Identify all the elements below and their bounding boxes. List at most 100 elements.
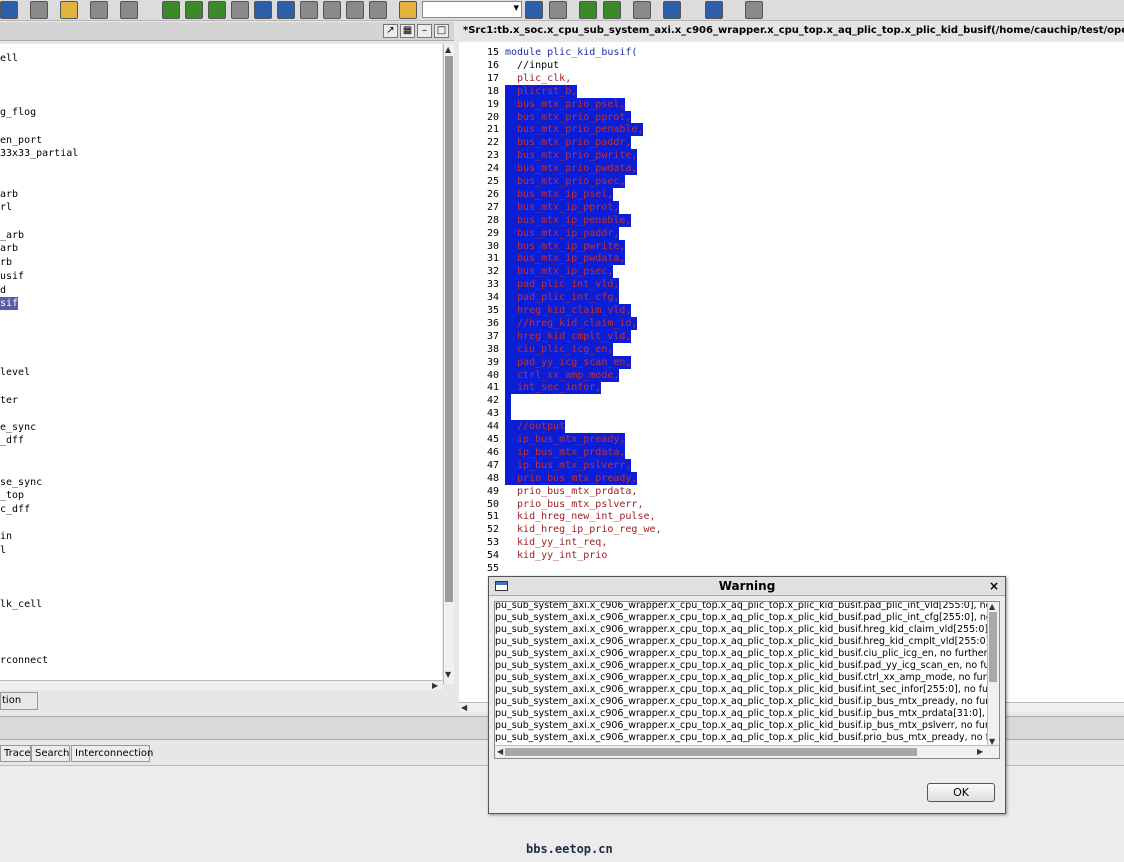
- code-line[interactable]: 41 int_sec_infor,: [459, 381, 1119, 395]
- code-line[interactable]: 23 bus_mtx_prio_pwrite,: [459, 149, 1119, 163]
- edit-icon[interactable]: [90, 1, 108, 19]
- tab-interconnection-partial[interactable]: tion: [0, 692, 38, 710]
- code-line[interactable]: 32 bus_mtx_ip_psec,: [459, 265, 1119, 279]
- down-icon[interactable]: [323, 1, 341, 19]
- folder-icon[interactable]: [60, 1, 78, 19]
- tree-item[interactable]: rl: [0, 201, 12, 214]
- tree-item[interactable]: arb: [0, 188, 18, 201]
- tree-horizontal-scrollbar[interactable]: ▶: [0, 680, 442, 690]
- wave-icon[interactable]: [745, 1, 763, 19]
- warning-message[interactable]: pu_sub_system_axi.x_c906_wrapper.x_cpu_t…: [495, 624, 991, 636]
- tab-trace[interactable]: Trace: [0, 745, 31, 762]
- code-line[interactable]: 31 bus_mtx_ip_pwdata,: [459, 252, 1119, 266]
- warning-message[interactable]: pu_sub_system_axi.x_c906_wrapper.x_cpu_t…: [495, 672, 996, 684]
- dropdown-icon[interactable]: [120, 1, 138, 19]
- code-line[interactable]: 29 bus_mtx_ip_paddr,: [459, 226, 1119, 240]
- l-icon[interactable]: [162, 1, 180, 19]
- code-line[interactable]: 22 bus_mtx_prio_paddr,: [459, 136, 1119, 150]
- tree-item-selected[interactable]: sif: [0, 297, 19, 310]
- code-line[interactable]: 18 plicrst_b,: [459, 84, 1119, 98]
- code-line[interactable]: 47 ip_bus_mtx_pslverr,: [459, 458, 1119, 472]
- tree-vertical-scrollbar[interactable]: ▲ ▼: [443, 44, 454, 684]
- tree-icon[interactable]: [0, 1, 18, 19]
- code-line[interactable]: 16 //input: [459, 59, 1119, 72]
- warning-message[interactable]: pu_sub_system_axi.x_c906_wrapper.x_cpu_t…: [495, 602, 991, 612]
- net-icon[interactable]: [346, 1, 364, 19]
- scroll-thumb[interactable]: [445, 56, 453, 602]
- code-line[interactable]: 36 //hreg_kid_claim_id,: [459, 316, 1119, 330]
- code-line[interactable]: 28 bus_mtx_ip_penable,: [459, 213, 1119, 227]
- code-line[interactable]: 25 bus_mtx_prio_psec,: [459, 175, 1119, 188]
- scroll-left-icon[interactable]: ◀: [461, 703, 467, 713]
- scroll-up-icon[interactable]: ▲: [989, 602, 995, 612]
- code-line[interactable]: 26 bus_mtx_ip_psel,: [459, 187, 1119, 201]
- tree-item[interactable]: c_dff: [0, 503, 30, 516]
- minimize-icon[interactable]: –: [417, 24, 432, 38]
- code-line[interactable]: 46 ip_bus_mtx_prdata,: [459, 445, 1119, 459]
- tab-search[interactable]: Search: [31, 745, 70, 762]
- tree-item[interactable]: in: [0, 530, 12, 543]
- tree-item[interactable]: lk_cell: [0, 598, 42, 611]
- tree-item[interactable]: _top: [0, 489, 24, 502]
- code-line[interactable]: 49 prio_bus_mtx_prdata,: [459, 485, 1119, 498]
- hier-icon[interactable]: [369, 1, 387, 19]
- tree-item[interactable]: e_sync: [0, 421, 36, 434]
- warning-message[interactable]: pu_sub_system_axi.x_c906_wrapper.x_cpu_t…: [495, 660, 993, 672]
- warning-message[interactable]: pu_sub_system_axi.x_c906_wrapper.x_cpu_t…: [495, 720, 993, 732]
- tree-item[interactable]: en_port: [0, 134, 42, 147]
- l2-icon[interactable]: [185, 1, 203, 19]
- warning-message[interactable]: pu_sub_system_axi.x_c906_wrapper.x_cpu_t…: [495, 636, 992, 648]
- message-horizontal-scrollbar[interactable]: ◀ ▶: [495, 745, 999, 758]
- source-tab-title[interactable]: *Src1:tb.x_soc.x_cpu_sub_system_axi.x_c9…: [459, 22, 1124, 40]
- code-line[interactable]: 35 hreg_kid_claim_vld,: [459, 304, 1119, 317]
- warning-message-list[interactable]: pu_sub_system_axi.x_c906_wrapper.x_cpu_t…: [494, 601, 1000, 759]
- code-line[interactable]: 54 kid_yy_int_prio: [459, 549, 1119, 562]
- tree-item[interactable]: se_sync: [0, 476, 42, 489]
- maximize-icon[interactable]: □: [434, 24, 449, 38]
- restore-icon[interactable]: ▦: [400, 24, 415, 38]
- uvm-icon[interactable]: [663, 1, 681, 19]
- back-arrow-icon[interactable]: [208, 1, 226, 19]
- code-line[interactable]: 40 ctrl_xx_amp_mode,: [459, 368, 1119, 382]
- toolbar-dropdown[interactable]: [422, 1, 522, 18]
- scroll-thumb[interactable]: [989, 612, 997, 682]
- forward-arrow-icon[interactable]: [231, 1, 249, 19]
- ok-button[interactable]: OK: [927, 783, 995, 802]
- l3-icon[interactable]: [277, 1, 295, 19]
- tree-item[interactable]: usif: [0, 270, 24, 283]
- code-line[interactable]: 48 prio_bus_mtx_pready,: [459, 471, 1119, 485]
- code-line[interactable]: 51 kid_hreg_new_int_pulse,: [459, 510, 1119, 523]
- tree-item[interactable]: 33x33_partial: [0, 147, 78, 160]
- grid-icon[interactable]: [30, 1, 48, 19]
- tree-item[interactable]: rconnect: [0, 654, 48, 667]
- tree-item[interactable]: ell: [0, 52, 18, 65]
- code-line[interactable]: 20 bus_mtx_prio_pprot,: [459, 110, 1119, 124]
- lock-icon[interactable]: [399, 1, 417, 19]
- tree-item[interactable]: level: [0, 366, 30, 379]
- message-vertical-scrollbar[interactable]: ▲ ▼: [987, 602, 999, 747]
- tab-interconnection[interactable]: Interconnection: [71, 745, 153, 762]
- scroll-right-icon[interactable]: ▶: [977, 747, 983, 757]
- tree-item[interactable]: l: [0, 544, 6, 557]
- code-line[interactable]: 30 bus_mtx_ip_pwrite,: [459, 239, 1119, 253]
- code-line[interactable]: 17 plic_clk,: [459, 72, 1119, 85]
- code-line[interactable]: 34 pad_plic_int_cfg,: [459, 291, 1119, 305]
- code-line[interactable]: 43: [459, 407, 1119, 421]
- code-line[interactable]: 38 ciu_plic_icg_en,: [459, 342, 1119, 356]
- code-line[interactable]: 44 //output: [459, 420, 1119, 434]
- g-icon[interactable]: [579, 1, 597, 19]
- scroll-down-icon[interactable]: ▼: [445, 670, 451, 680]
- scroll-thumb[interactable]: [505, 748, 917, 756]
- search-icon[interactable]: [525, 1, 543, 19]
- dialog-title-bar[interactable]: Warning: [489, 577, 1005, 596]
- warning-message[interactable]: pu_sub_system_axi.x_c906_wrapper.x_cpu_t…: [495, 684, 992, 696]
- code-line[interactable]: 52 kid_hreg_ip_prio_reg_we,: [459, 523, 1119, 536]
- scroll-left-icon[interactable]: ◀: [497, 747, 503, 757]
- hierarchy-tree[interactable]: ell g_flog en_port 33x33_partial arb rl _arb ar…: [0, 44, 442, 684]
- tree-item[interactable]: arb: [0, 242, 18, 255]
- code-line[interactable]: 37 hreg_kid_cmplt_vld,: [459, 329, 1119, 343]
- tree-item[interactable]: d: [0, 284, 6, 297]
- pin-icon[interactable]: ↗: [383, 24, 398, 38]
- code-line[interactable]: 50 prio_bus_mtx_pslverr,: [459, 498, 1119, 511]
- refresh-icon[interactable]: [603, 1, 621, 19]
